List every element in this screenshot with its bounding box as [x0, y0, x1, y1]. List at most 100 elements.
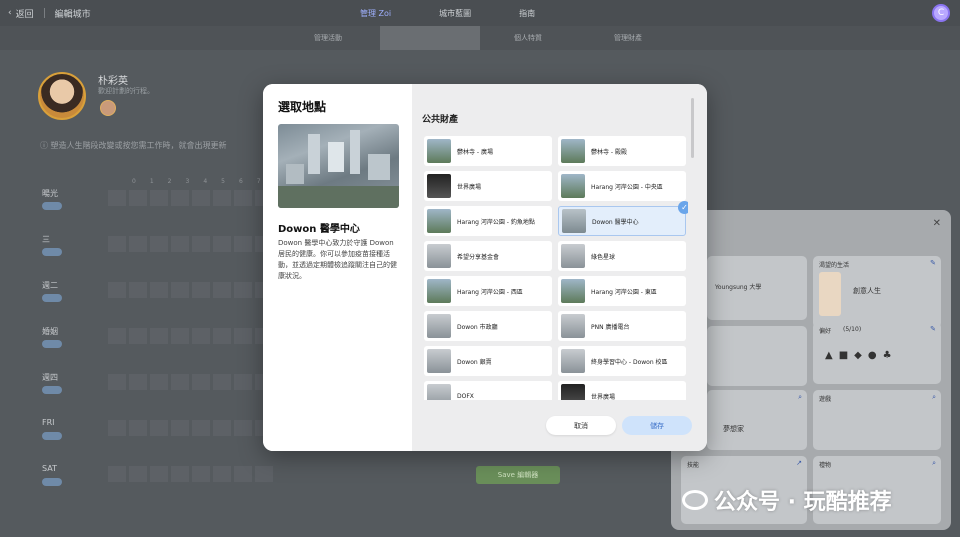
- divider: [43, 8, 45, 18]
- card-games[interactable]: 遊戲 ⌕: [813, 390, 941, 450]
- day-toggle[interactable]: [42, 294, 62, 302]
- zoi-detail-panel: ✕ Youngsung 大學 渴望的生活 ✎ 創意人生 偏好 (5/10) ✎ …: [671, 210, 951, 530]
- back-label: 返回: [15, 9, 34, 20]
- location-tile[interactable]: 鬱林寺 - 廣場: [424, 136, 552, 166]
- card-preferences[interactable]: 偏好 (5/10) ✎ ▲ ■ ◆ ● ♣: [813, 322, 941, 384]
- subtab-selected[interactable]: [380, 26, 480, 50]
- location-tile[interactable]: Harang 河岸公園 - 釣魚地點: [424, 206, 552, 236]
- mini-avatar[interactable]: [100, 100, 116, 116]
- location-tile[interactable]: Harang 河岸公園 - 西區: [424, 276, 552, 306]
- location-tile[interactable]: Dowon 銀賣: [424, 346, 552, 376]
- card-placeholder: [707, 326, 807, 386]
- location-thumbnail: [427, 279, 451, 303]
- watermark: 公众号 · 玩酷推荐: [682, 484, 892, 516]
- location-thumbnail: [561, 349, 585, 373]
- search-icon[interactable]: ⌕: [932, 393, 936, 402]
- user-avatar[interactable]: C: [932, 4, 950, 22]
- subtab-activities[interactable]: 管理活動: [314, 33, 342, 43]
- location-thumbnail: [427, 174, 451, 198]
- chevron-left-icon: ‹: [8, 8, 12, 18]
- tab-city-blueprint[interactable]: 城市藍圖: [439, 8, 471, 19]
- location-tile[interactable]: 希望分享基金會: [424, 241, 552, 271]
- location-thumbnail: [561, 174, 585, 198]
- card-dreamer[interactable]: ⌕ 夢想家: [707, 390, 807, 450]
- location-tile[interactable]: Dowon 市政廳: [424, 311, 552, 341]
- zoi-name: 朴彩英: [98, 76, 128, 87]
- location-tile[interactable]: DOFX: [424, 381, 552, 400]
- edit-icon[interactable]: ✎: [930, 259, 936, 267]
- day-toggle[interactable]: [42, 340, 62, 348]
- scrollbar[interactable]: [691, 98, 694, 158]
- schedule-row[interactable]: [108, 282, 273, 298]
- section-title: 公共財產: [422, 115, 459, 125]
- location-tile[interactable]: 終身學習中心 - Dowon 校區: [558, 346, 686, 376]
- search-icon[interactable]: ⌕: [932, 459, 936, 468]
- schedule-row[interactable]: [108, 328, 273, 344]
- aspiration-image: [819, 272, 841, 316]
- hour-header: 01234567: [132, 178, 261, 185]
- location-name: Dowon 醫學中心: [278, 224, 360, 235]
- location-thumbnail: [427, 314, 451, 338]
- cancel-button[interactable]: 取消: [546, 416, 616, 435]
- top-bar: ‹ 返回 編輯城市 管理 Zoi 城市藍圖 指南 C: [0, 0, 960, 26]
- schedule-row[interactable]: [108, 420, 273, 436]
- location-thumbnail: [427, 139, 451, 163]
- search-icon[interactable]: ⌕: [798, 393, 802, 402]
- day-toggle[interactable]: [42, 478, 62, 486]
- back-button[interactable]: ‹ 返回: [8, 7, 34, 20]
- location-tile[interactable]: Harang 河岸公園 - 中央區: [558, 171, 686, 201]
- location-thumbnail: [562, 209, 586, 233]
- location-tile[interactable]: Harang 河岸公園 - 東區: [558, 276, 686, 306]
- save-button[interactable]: 儲存: [622, 416, 692, 435]
- location-tile[interactable]: 世界廣場: [424, 171, 552, 201]
- select-location-dialog: 選取地點 Dowon 醫學中心 Dowon 醫學中心致力於守護 Dowon 居民…: [263, 84, 707, 451]
- location-thumbnail: [427, 244, 451, 268]
- day-label: 婚姻: [42, 327, 58, 336]
- tab-manage-zoi[interactable]: 管理 Zoi: [360, 8, 391, 19]
- check-icon: ✓: [678, 201, 688, 214]
- location-tile[interactable]: 世界廣場: [558, 381, 686, 400]
- tab-guide[interactable]: 指南: [519, 8, 535, 19]
- item-icon: ♣: [882, 350, 892, 361]
- location-tile-selected[interactable]: Dowon 醫學中心 ✓: [558, 201, 688, 236]
- day-toggle[interactable]: [42, 386, 62, 394]
- location-tile[interactable]: 綠色星球: [558, 241, 686, 271]
- day-label: SAT: [42, 464, 57, 473]
- location-list-pane: 公共財產 鬱林寺 - 廣場 鬱林寺 - 殿殿 世界廣場 Harang 河岸公園 …: [412, 84, 707, 451]
- day-label: 週二: [42, 281, 58, 290]
- zoi-avatar: [38, 72, 86, 120]
- card-school: Youngsung 大學: [707, 256, 807, 320]
- day-label: 三: [42, 235, 50, 244]
- day-label: 暘光: [42, 189, 58, 198]
- item-icon: ▲: [825, 350, 833, 361]
- day-toggle[interactable]: [42, 432, 62, 440]
- item-icon: ◆: [854, 350, 862, 361]
- preference-icons: ▲ ■ ◆ ● ♣: [825, 350, 892, 361]
- location-thumbnail: [561, 279, 585, 303]
- location-thumbnail: [427, 384, 451, 400]
- subtab-traits[interactable]: 個人特質: [514, 33, 542, 43]
- location-tile[interactable]: PNN 廣播電台: [558, 311, 686, 341]
- zoi-subtitle: 歡迎計劃的行程。: [98, 87, 154, 95]
- day-label: 週四: [42, 373, 58, 382]
- edit-icon[interactable]: ✎: [930, 325, 936, 333]
- location-thumbnail: [561, 139, 585, 163]
- location-thumbnail: [561, 384, 585, 400]
- close-icon[interactable]: ✕: [933, 218, 941, 229]
- schedule-row[interactable]: [108, 190, 273, 206]
- item-icon: ■: [838, 350, 849, 361]
- external-link-icon[interactable]: ↗: [796, 459, 802, 467]
- dialog-title: 選取地點: [278, 100, 327, 114]
- day-toggle[interactable]: [42, 248, 62, 256]
- card-aspiration[interactable]: 渴望的生活 ✎ 創意人生: [813, 256, 941, 328]
- location-detail-pane: 選取地點 Dowon 醫學中心 Dowon 醫學中心致力於守護 Dowon 居民…: [263, 84, 412, 451]
- schedule-row[interactable]: [108, 466, 273, 482]
- location-thumbnail: [427, 349, 451, 373]
- schedule-row[interactable]: [108, 236, 273, 252]
- location-tile[interactable]: 鬱林寺 - 殿殿: [558, 136, 686, 166]
- save-schedule-button[interactable]: Save 編輯器: [476, 466, 560, 484]
- day-toggle[interactable]: [42, 202, 62, 210]
- schedule-row[interactable]: [108, 374, 273, 390]
- subtab-property[interactable]: 管理財產: [614, 33, 642, 43]
- top-tabs: 管理 Zoi 城市藍圖 指南: [360, 0, 535, 26]
